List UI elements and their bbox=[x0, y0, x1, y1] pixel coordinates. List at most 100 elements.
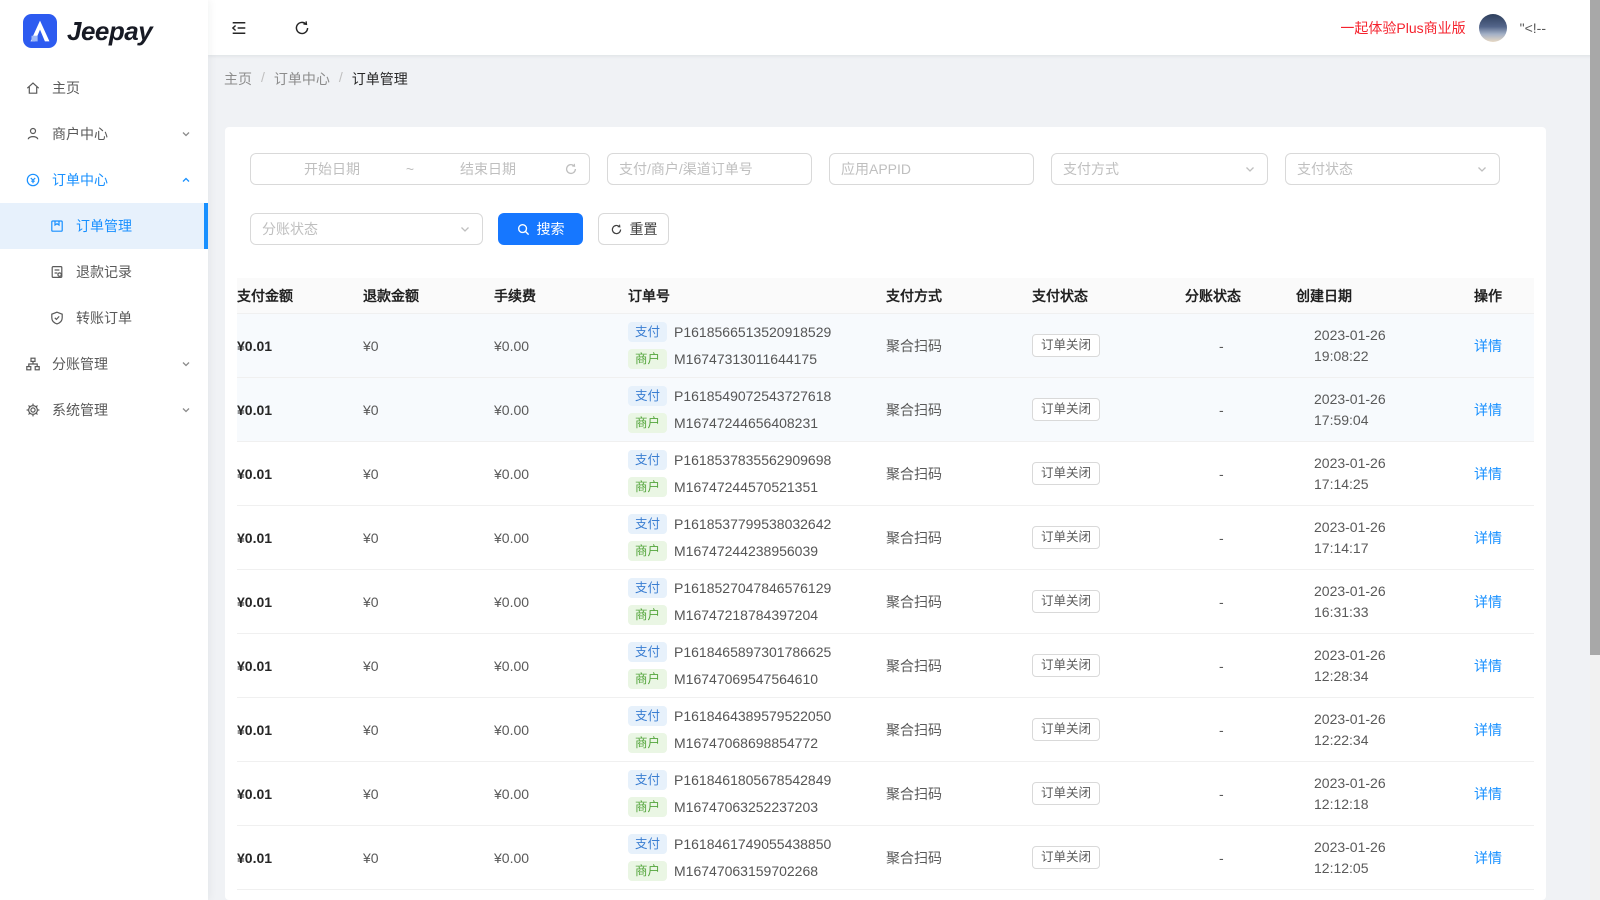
refund-amount-value: ¥0 bbox=[363, 442, 494, 505]
refresh-icon[interactable] bbox=[293, 19, 311, 37]
pay-tag: 支付 bbox=[628, 642, 667, 662]
plus-promo-link[interactable]: 一起体验Plus商业版 bbox=[1340, 18, 1465, 38]
search-button-label: 搜索 bbox=[537, 219, 565, 239]
username[interactable]: "<!-- bbox=[1520, 20, 1546, 36]
division-state-select[interactable]: 分账状态 bbox=[250, 213, 483, 245]
created-date: 2023-01-26 bbox=[1314, 583, 1386, 599]
search-icon bbox=[517, 223, 530, 236]
merchant-tag: 商户 bbox=[628, 541, 667, 561]
pay-way-select-label: 支付方式 bbox=[1063, 159, 1244, 179]
created-time: 12:28:34 bbox=[1314, 668, 1369, 684]
sidebar-item-order-center[interactable]: 订单中心 bbox=[0, 157, 208, 203]
chevron-up-icon bbox=[181, 175, 191, 185]
pay-state-cell: 订单关闭 bbox=[1032, 826, 1185, 889]
order-no-input[interactable] bbox=[607, 153, 812, 185]
gear-icon bbox=[25, 402, 41, 418]
jeepay-logo-icon bbox=[23, 14, 57, 48]
col-pay-state: 支付状态 bbox=[1032, 286, 1185, 306]
breadcrumb-order-center[interactable]: 订单中心 bbox=[274, 69, 330, 89]
pay-order-line: 支付 P1618461805678542849 bbox=[628, 770, 831, 790]
vertical-scrollbar[interactable] bbox=[1590, 0, 1600, 900]
pay-state-cell: 订单关闭 bbox=[1032, 698, 1185, 761]
order-manage-icon bbox=[49, 218, 65, 234]
pay-amount-value: ¥0.01 bbox=[237, 698, 363, 761]
start-date-field[interactable]: 开始日期 bbox=[262, 159, 402, 179]
merchant-tag: 商户 bbox=[628, 413, 667, 433]
division-icon bbox=[25, 356, 41, 372]
table-row: ¥0.01 ¥0 ¥0.00 支付 P1618549072543727618 商… bbox=[237, 378, 1534, 442]
actions-cell: 详情 bbox=[1474, 378, 1534, 441]
cycle-icon bbox=[564, 162, 578, 176]
sidebar-item-system-manage[interactable]: 系统管理 bbox=[0, 387, 208, 433]
pay-order-no: P1618549072543727618 bbox=[674, 388, 831, 404]
pay-way-value: 聚合扫码 bbox=[886, 570, 1032, 633]
brand-logo[interactable]: Jeepay bbox=[0, 0, 208, 62]
detail-link[interactable]: 详情 bbox=[1474, 592, 1502, 612]
order-closed-tag: 订单关闭 bbox=[1032, 654, 1100, 677]
order-numbers-cell: 支付 P1618549072543727618 商户 M167472446564… bbox=[628, 378, 886, 441]
pay-order-no: P1618464389579522050 bbox=[674, 708, 831, 724]
sidebar-item-division-manage[interactable]: 分账管理 bbox=[0, 341, 208, 387]
pay-order-line: 支付 P1618464389579522050 bbox=[628, 706, 831, 726]
sidebar-item-order-manage[interactable]: 订单管理 bbox=[0, 203, 208, 249]
table-row: ¥0.01 ¥0 ¥0.00 支付 P1618461749055438850 商… bbox=[237, 826, 1534, 890]
breadcrumb-home[interactable]: 主页 bbox=[224, 69, 252, 89]
sidebar-item-transfer-orders[interactable]: 转账订单 bbox=[0, 295, 208, 341]
order-closed-tag: 订单关闭 bbox=[1032, 718, 1100, 741]
pay-tag: 支付 bbox=[628, 322, 667, 342]
sidebar-item-merchant-center[interactable]: 商户中心 bbox=[0, 111, 208, 157]
pay-order-line: 支付 P1618537835562909698 bbox=[628, 450, 831, 470]
actions-cell: 详情 bbox=[1474, 314, 1534, 377]
date-range-picker[interactable]: 开始日期 ~ 结束日期 bbox=[250, 153, 590, 185]
pay-way-value: 聚合扫码 bbox=[886, 314, 1032, 377]
end-date-field[interactable]: 结束日期 bbox=[418, 159, 558, 179]
sidebar-item-refund-records[interactable]: 退款记录 bbox=[0, 249, 208, 295]
detail-link[interactable]: 详情 bbox=[1474, 528, 1502, 548]
pay-way-select[interactable]: 支付方式 bbox=[1051, 153, 1268, 185]
table-row: ¥0.01 ¥0 ¥0.00 支付 P1618527047846576129 商… bbox=[237, 570, 1534, 634]
order-closed-tag: 订单关闭 bbox=[1032, 398, 1100, 421]
sidebar-item-label: 退款记录 bbox=[76, 262, 132, 282]
pay-amount-value: ¥0.01 bbox=[237, 314, 363, 377]
detail-link[interactable]: 详情 bbox=[1474, 784, 1502, 804]
detail-link[interactable]: 详情 bbox=[1474, 464, 1502, 484]
pay-way-value: 聚合扫码 bbox=[886, 506, 1032, 569]
topbar: 一起体验Plus商业版 "<!-- bbox=[208, 0, 1600, 55]
detail-link[interactable]: 详情 bbox=[1474, 720, 1502, 740]
division-state-value: - bbox=[1185, 762, 1296, 825]
reset-button[interactable]: 重置 bbox=[598, 213, 669, 245]
detail-link[interactable]: 详情 bbox=[1474, 656, 1502, 676]
pay-order-line: 支付 P1618537799538032642 bbox=[628, 514, 831, 534]
chevron-down-icon bbox=[1244, 163, 1256, 175]
mch-order-line: 商户 M16747063159702268 bbox=[628, 861, 818, 881]
menu-fold-icon[interactable] bbox=[230, 19, 248, 37]
merchant-tag: 商户 bbox=[628, 861, 667, 881]
appid-input[interactable] bbox=[829, 153, 1034, 185]
pay-amount-value: ¥0.01 bbox=[237, 762, 363, 825]
merchant-order-no: M16747063252237203 bbox=[674, 799, 818, 815]
breadcrumb: 主页 / 订单中心 / 订单管理 bbox=[208, 55, 1600, 127]
order-closed-tag: 订单关闭 bbox=[1032, 462, 1100, 485]
pay-way-value: 聚合扫码 bbox=[886, 826, 1032, 889]
search-button[interactable]: 搜索 bbox=[498, 213, 583, 245]
scrollbar-thumb[interactable] bbox=[1590, 0, 1600, 655]
pay-way-value: 聚合扫码 bbox=[886, 698, 1032, 761]
pay-order-line: 支付 P1618461749055438850 bbox=[628, 834, 831, 854]
order-closed-tag: 订单关闭 bbox=[1032, 782, 1100, 805]
avatar[interactable] bbox=[1479, 14, 1507, 42]
refund-amount-value: ¥0 bbox=[363, 314, 494, 377]
col-pay-way: 支付方式 bbox=[886, 286, 1032, 306]
detail-link[interactable]: 详情 bbox=[1474, 400, 1502, 420]
division-state-value: - bbox=[1185, 570, 1296, 633]
pay-order-line: 支付 P1618566513520918529 bbox=[628, 322, 831, 342]
division-state-value: - bbox=[1185, 314, 1296, 377]
table-row: ¥0.01 ¥0 ¥0.00 支付 P1618537835562909698 商… bbox=[237, 442, 1534, 506]
pay-amount-value: ¥0.01 bbox=[237, 506, 363, 569]
order-numbers-cell: 支付 P1618461749055438850 商户 M167470631597… bbox=[628, 826, 886, 889]
detail-link[interactable]: 详情 bbox=[1474, 336, 1502, 356]
merchant-order-no: M16747068698854772 bbox=[674, 735, 818, 751]
sidebar-item-home[interactable]: 主页 bbox=[0, 65, 208, 111]
division-state-value: - bbox=[1185, 378, 1296, 441]
pay-state-select[interactable]: 支付状态 bbox=[1285, 153, 1500, 185]
detail-link[interactable]: 详情 bbox=[1474, 848, 1502, 868]
